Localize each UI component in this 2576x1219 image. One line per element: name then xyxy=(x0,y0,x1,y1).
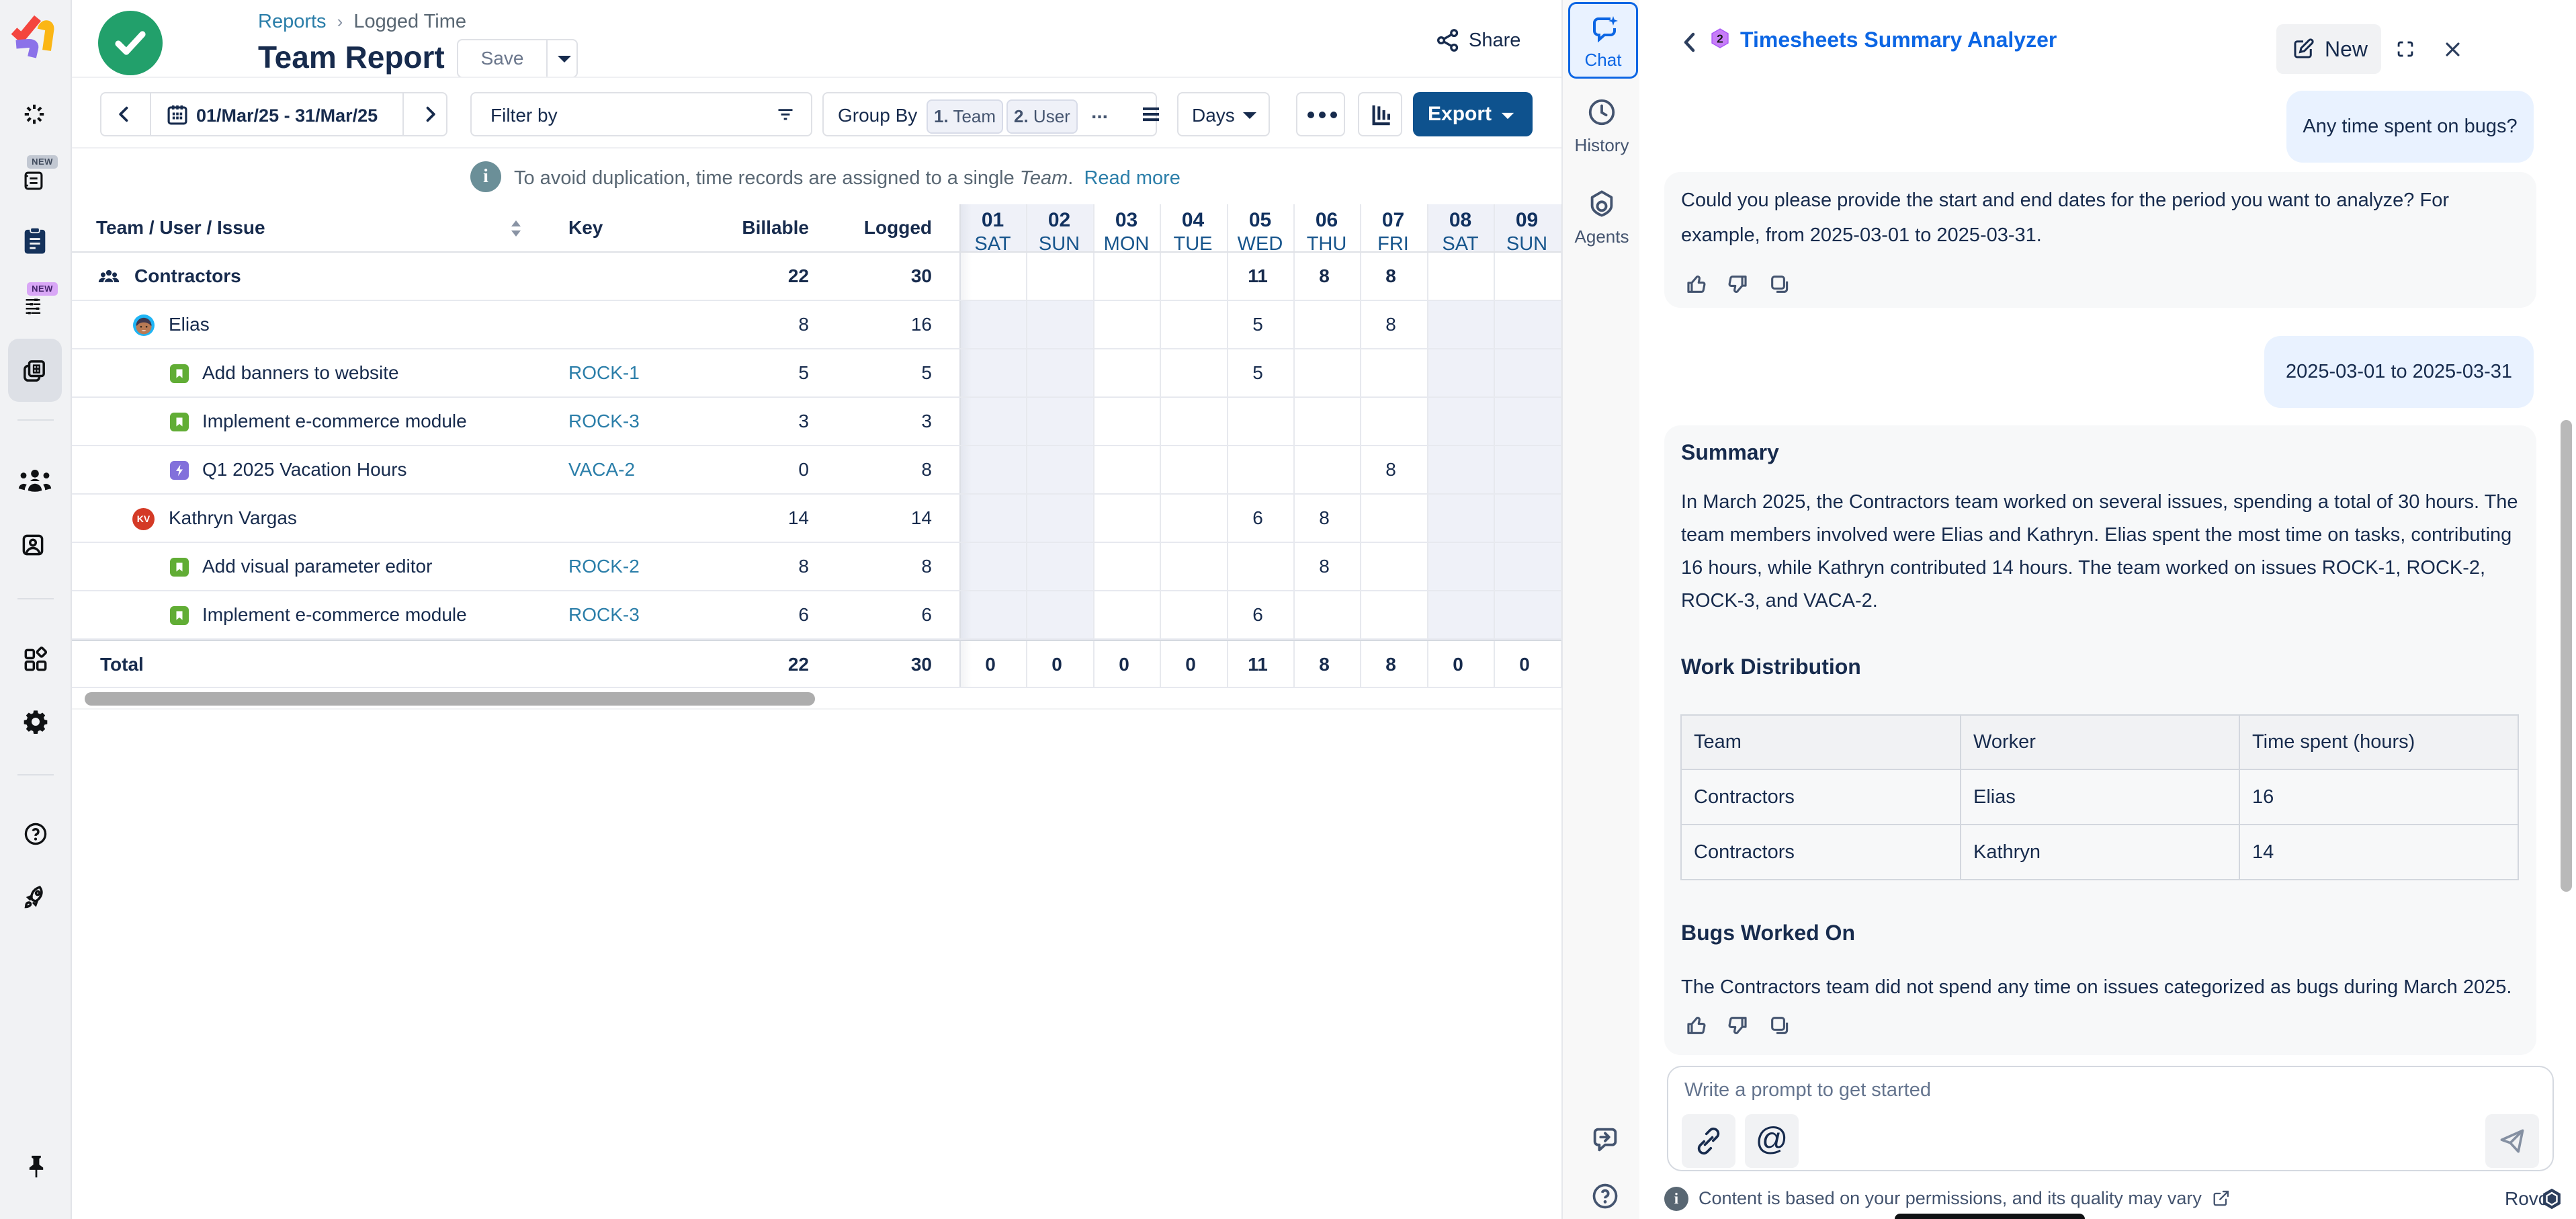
svg-text:2: 2 xyxy=(1717,32,1723,46)
